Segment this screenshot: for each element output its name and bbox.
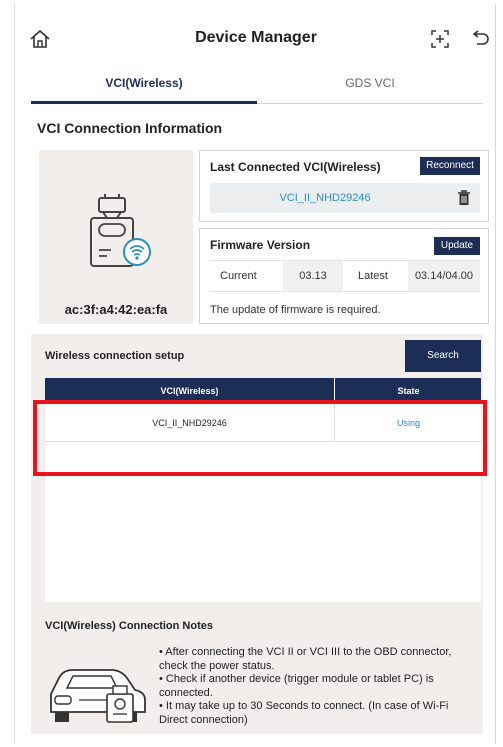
- device-card: ac:3f:a4:42:ea:fa: [39, 150, 193, 324]
- device-manager-window: Device Manager VCI(Wireless) GDS VCI VCI…: [14, 4, 496, 744]
- tab-bar: VCI(Wireless) GDS VCI: [31, 64, 483, 104]
- last-connected-title: Last Connected VCI(Wireless): [210, 160, 381, 174]
- mac-address: ac:3f:a4:42:ea:fa: [64, 302, 168, 317]
- search-button[interactable]: Search: [405, 340, 481, 372]
- last-connected-vci-box: VCI_II_NHD29246: [210, 183, 480, 213]
- firmware-current-label: Current: [220, 270, 257, 282]
- last-connected-vci-name: VCI_II_NHD29246: [279, 192, 371, 204]
- firmware-latest-label: Latest: [358, 270, 388, 282]
- note-item: • It may take up to 30 Seconds to connec…: [159, 700, 449, 726]
- page-title: Device Manager: [195, 29, 317, 46]
- last-connected-panel: Last Connected VCI(Wireless) Reconnect V…: [199, 150, 489, 222]
- note-item: • After connecting the VCI II or VCI III…: [159, 646, 452, 672]
- car-with-vci-icon: [50, 669, 146, 723]
- notes-list: • After connecting the VCI II or VCI III…: [159, 646, 479, 727]
- update-button[interactable]: Update: [434, 237, 480, 255]
- firmware-title: Firmware Version: [210, 238, 311, 252]
- firmware-update-note: The update of firmware is required.: [210, 304, 381, 316]
- firmware-version-row: Current 03.13 Latest 03.14/04.00: [210, 260, 480, 292]
- connection-notes-section: VCI(Wireless) Connection Notes • After c…: [31, 608, 483, 734]
- back-icon[interactable]: [469, 28, 491, 50]
- vci-device-wifi-icon: [90, 194, 151, 267]
- tab-gds-vci[interactable]: GDS VCI: [257, 64, 483, 104]
- reconnect-button[interactable]: Reconnect: [420, 157, 480, 175]
- firmware-current-value: 03.13: [283, 261, 343, 291]
- section-title-connection-info: VCI Connection Information: [37, 120, 223, 136]
- scan-add-icon[interactable]: [429, 28, 451, 50]
- firmware-latest-value: 03.14/04.00: [408, 261, 480, 291]
- header-bar: Device Manager: [15, 4, 497, 70]
- tab-vci-wireless[interactable]: VCI(Wireless): [31, 64, 257, 104]
- firmware-panel: Firmware Version Update Current 03.13 La…: [199, 228, 489, 324]
- highlight-box: [33, 400, 487, 476]
- trash-icon[interactable]: [456, 190, 472, 206]
- note-item: • Check if another device (trigger modul…: [159, 673, 434, 699]
- wireless-setup-title: Wireless connection setup: [45, 350, 185, 362]
- notes-title: VCI(Wireless) Connection Notes: [45, 620, 213, 632]
